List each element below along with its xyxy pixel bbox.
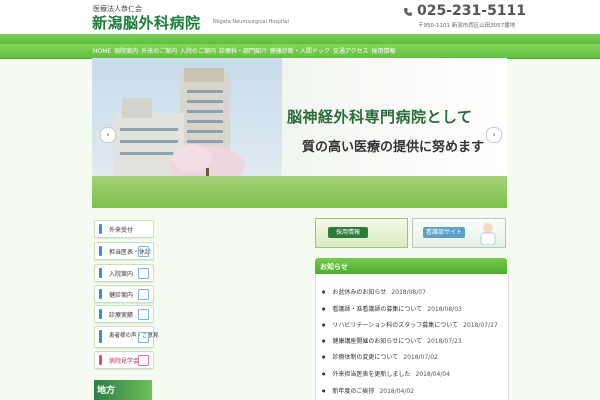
news-item-date: 2018/07/23 xyxy=(427,338,462,345)
sidebar-item-marker xyxy=(99,355,102,365)
news-item[interactable]: お盆休みのお知らせ 2018/08/07 xyxy=(322,287,426,296)
sidebar-item-marker xyxy=(99,330,102,343)
sidebar-item-doctors[interactable]: 担当医表・休診 xyxy=(94,242,154,260)
news-item-date: 2018/04/02 xyxy=(379,388,415,395)
phone-number[interactable]: 025-231-5111 xyxy=(417,3,526,19)
nav-item-outpatient[interactable]: 外来のご案内 xyxy=(141,48,177,55)
sidebar-ad-banner[interactable]: 地方 xyxy=(94,380,152,400)
building-icon xyxy=(138,355,149,366)
sidebar-item-label: 患者様の声・ご意見 xyxy=(109,333,159,339)
nav-item-access[interactable]: 交通アクセス xyxy=(333,48,369,55)
recruit-banner[interactable]: 採用情報 xyxy=(315,218,408,248)
sidebar-item-tour[interactable]: 病院見学会 xyxy=(94,351,154,369)
recruit-banner-label: 採用情報 xyxy=(328,227,368,238)
news-header: お知らせ xyxy=(315,258,507,274)
news-item-title: 新年度のご挨拶 xyxy=(332,388,375,395)
news-item[interactable]: 健康講座開催のお知らせについて 2018/07/23 xyxy=(322,336,462,345)
bed-icon xyxy=(138,268,149,279)
hospital-name-en: Niigata Neurosurgical Hospital xyxy=(213,19,289,25)
sidebar-item-marker xyxy=(99,268,102,278)
news-item-title: お盆休みのお知らせ xyxy=(332,289,387,296)
sidebar-item-checkup[interactable]: 健診案内 xyxy=(94,285,154,303)
sidebar-item-results[interactable]: 診療実績 xyxy=(94,305,154,323)
news-item-date: 2018/07/02 xyxy=(403,354,438,361)
news-item[interactable]: 外来担当医表を更新しました 2018/04/04 xyxy=(322,369,450,378)
hero-slider: 脳神経外科専門病院として 質の高い医療の提供に努めます xyxy=(92,58,507,208)
nursing-banner[interactable]: 看護部サイト xyxy=(412,218,506,248)
news-item-title: 看護師・准看護師の募集について xyxy=(332,306,423,313)
hero-grass xyxy=(92,176,507,208)
news-item[interactable]: 新年度のご挨拶 2018/04/02 xyxy=(322,386,414,395)
nav-item-checkup[interactable]: 健康診断・人間ドック xyxy=(270,48,330,55)
sidebar-item-label: 外来受付 xyxy=(109,227,134,234)
chart-icon xyxy=(138,309,149,320)
news-item[interactable]: 診療体制の変更について 2018/07/02 xyxy=(322,352,438,361)
phone-icon xyxy=(404,8,412,16)
nursing-banner-label: 看護部サイト xyxy=(423,227,465,238)
news-title: お知らせ xyxy=(320,263,348,271)
sidebar-item-marker xyxy=(99,224,102,234)
nav-menu: HOME 病院案内 外来のご案内 入院のご案内 診療科・部門紹介 健康診断・人間… xyxy=(93,46,396,55)
sidebar-item-label: 健診案内 xyxy=(109,292,134,299)
site-header: 医療法人恭仁会 新潟脳外科病院 Niigata Neurosurgical Ho… xyxy=(0,0,600,34)
slider-next-button[interactable]: › xyxy=(486,127,502,143)
green-band xyxy=(0,34,600,44)
sidebar-item-marker xyxy=(99,246,102,256)
hospital-logo-name[interactable]: 新潟脳外科病院 xyxy=(92,12,201,33)
slider-prev-button[interactable]: ‹ xyxy=(100,127,116,143)
news-item-title: 診療体制の変更について xyxy=(332,354,399,361)
news-item[interactable]: 看護師・准看護師の募集について 2018/08/03 xyxy=(322,304,462,313)
news-item-title: リハビリテーション科のスタッフ募集について xyxy=(332,322,459,329)
sidebar-item-inpatient[interactable]: 入院案内 xyxy=(94,264,154,282)
sidebar-item-label: 入院案内 xyxy=(109,271,134,278)
heart-icon xyxy=(138,289,149,300)
news-item-title: 健康講座開催のお知らせについて xyxy=(332,338,423,345)
news-item-date: 2018/08/07 xyxy=(391,289,426,296)
sidebar-item-label: 診療実績 xyxy=(109,312,134,319)
speech-icon xyxy=(138,332,149,343)
hero-tagline-2: 質の高い医療の提供に努めます xyxy=(302,140,485,155)
sidebar-item-label: 病院見学会 xyxy=(109,358,140,365)
address: 〒950-1101 新潟市西区山田3057番地 xyxy=(418,23,516,29)
nurse-icon xyxy=(480,223,496,245)
sidebar-item-voice[interactable]: 患者様の声・ご意見 xyxy=(94,326,159,348)
nav-item-departments[interactable]: 診療科・部門紹介 xyxy=(219,48,267,55)
news-item-date: 2018/07/27 xyxy=(463,322,498,329)
news-item[interactable]: リハビリテーション科のスタッフ募集について 2018/07/27 xyxy=(322,320,498,329)
sidebar-ad-label: 地方 xyxy=(97,386,116,396)
nav-item-recruit[interactable]: 採用情報 xyxy=(371,48,395,55)
sidebar-item-outpatient[interactable]: 外来受付 xyxy=(94,220,154,238)
hero-tagline-1: 脳神経外科専門病院として xyxy=(287,108,473,126)
news-item-date: 2018/04/04 xyxy=(415,371,451,378)
news-item-title: 外来担当医表を更新しました xyxy=(332,371,411,378)
nav-item-about[interactable]: 病院案内 xyxy=(114,48,138,55)
news-item-date: 2018/08/03 xyxy=(427,306,462,313)
sidebar-item-marker xyxy=(99,289,102,299)
sidebar-item-marker xyxy=(99,309,102,319)
nav-item-home[interactable]: HOME xyxy=(93,48,111,55)
document-icon xyxy=(138,246,149,257)
nav-item-inpatient[interactable]: 入院のご案内 xyxy=(180,48,216,55)
